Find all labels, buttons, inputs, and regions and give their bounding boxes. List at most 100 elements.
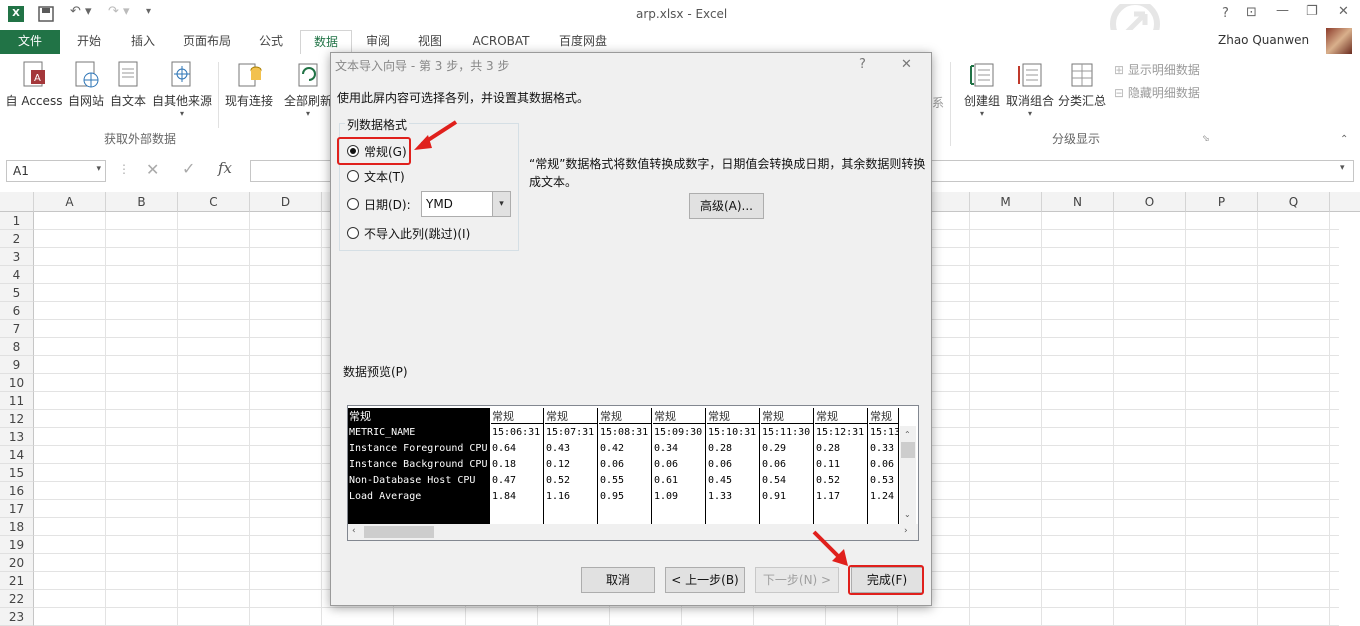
- row-header[interactable]: 9: [0, 356, 34, 374]
- row-header[interactable]: 8: [0, 338, 34, 356]
- dialog-close-button[interactable]: ✕: [901, 57, 912, 72]
- preview-column-header[interactable]: 常规: [761, 408, 814, 424]
- data-preview-table[interactable]: 常规 常规 常规 常规 常规 常规 常规 常规 常规 METRIC_NAME 15:06:31 15:…: [347, 405, 919, 541]
- tab-home[interactable]: 开始: [66, 30, 112, 54]
- show-detail-button[interactable]: ⊞ 显示明细数据: [1114, 61, 1200, 78]
- dialog-help-button[interactable]: ?: [859, 57, 866, 72]
- date-format-select[interactable]: YMD ▾: [421, 191, 511, 217]
- preview-column-header[interactable]: 常规: [599, 408, 652, 424]
- tab-review[interactable]: 审阅: [356, 30, 400, 54]
- next-button[interactable]: 下一步(N) >: [755, 567, 839, 593]
- preview-column[interactable]: [599, 424, 652, 524]
- row-header[interactable]: 21: [0, 572, 34, 590]
- row-header[interactable]: 7: [0, 320, 34, 338]
- avatar[interactable]: [1326, 28, 1352, 54]
- preview-column[interactable]: [491, 424, 544, 524]
- save-icon[interactable]: [38, 6, 54, 26]
- radio-text[interactable]: [347, 170, 359, 182]
- subtotal-button[interactable]: 分类汇总: [1056, 60, 1108, 109]
- preview-column-header[interactable]: 常规: [815, 408, 868, 424]
- select-all-corner[interactable]: [0, 192, 34, 212]
- row-header[interactable]: 14: [0, 446, 34, 464]
- existing-connections-button[interactable]: 现有连接: [222, 60, 276, 109]
- radio-date-label[interactable]: 日期(D):: [364, 196, 411, 213]
- group-button[interactable]: 创建组 ▾: [960, 60, 1004, 118]
- column-header[interactable]: M: [970, 192, 1042, 212]
- row-header[interactable]: 20: [0, 554, 34, 572]
- preview-vscrollbar[interactable]: ⌃ ⌄: [900, 426, 916, 524]
- row-header[interactable]: 11: [0, 392, 34, 410]
- preview-column-header[interactable]: 常规: [869, 408, 899, 424]
- from-other-sources-button[interactable]: 自其他来源 ▾: [150, 60, 214, 118]
- tab-page-layout[interactable]: 页面布局: [176, 30, 238, 54]
- column-header[interactable]: A: [34, 192, 106, 212]
- preview-column-header[interactable]: 常规: [545, 408, 598, 424]
- preview-column[interactable]: [545, 424, 598, 524]
- tab-insert[interactable]: 插入: [120, 30, 166, 54]
- expand-formula-icon[interactable]: ▾: [1340, 163, 1345, 173]
- column-header[interactable]: Q: [1258, 192, 1330, 212]
- redo-icon[interactable]: ↷ ▾: [108, 4, 130, 19]
- back-button[interactable]: < 上一步(B): [665, 567, 745, 593]
- preview-column[interactable]: [707, 424, 760, 524]
- row-header[interactable]: 17: [0, 500, 34, 518]
- tab-view[interactable]: 视图: [408, 30, 452, 54]
- ungroup-button[interactable]: 取消组合 ▾: [1004, 60, 1056, 118]
- row-header[interactable]: 6: [0, 302, 34, 320]
- preview-column-header[interactable]: 常规: [491, 408, 544, 424]
- row-header[interactable]: 22: [0, 590, 34, 608]
- preview-column-header[interactable]: 常规: [348, 408, 490, 424]
- column-header[interactable]: P: [1186, 192, 1258, 212]
- column-header[interactable]: O: [1114, 192, 1186, 212]
- tab-baidu-netdisk[interactable]: 百度网盘: [550, 30, 616, 54]
- undo-icon[interactable]: ↶ ▾: [70, 4, 92, 19]
- preview-column-header[interactable]: 常规: [707, 408, 760, 424]
- from-text-button[interactable]: 自文本: [108, 60, 148, 109]
- confirm-formula-icon[interactable]: ✓: [182, 159, 195, 178]
- tab-formulas[interactable]: 公式: [248, 30, 294, 54]
- refresh-all-button[interactable]: 全部刷新 ▾: [284, 60, 332, 118]
- tab-acrobat[interactable]: ACROBAT: [464, 30, 538, 54]
- row-header[interactable]: 16: [0, 482, 34, 500]
- date-format-dropdown-icon[interactable]: ▾: [492, 192, 510, 216]
- radio-skip[interactable]: [347, 227, 359, 239]
- dialog-launcher-icon[interactable]: ⬂: [1202, 134, 1210, 144]
- column-header[interactable]: R: [1330, 192, 1360, 212]
- row-header[interactable]: 1: [0, 212, 34, 230]
- hide-detail-button[interactable]: ⊟ 隐藏明细数据: [1114, 84, 1200, 101]
- row-header[interactable]: 13: [0, 428, 34, 446]
- row-header[interactable]: 4: [0, 266, 34, 284]
- name-box-dropdown-icon[interactable]: ▾: [96, 164, 101, 174]
- restore-button[interactable]: ❐: [1306, 4, 1318, 19]
- preview-column[interactable]: [653, 424, 706, 524]
- radio-skip-label[interactable]: 不导入此列(跳过)(I): [364, 225, 470, 242]
- from-web-button[interactable]: 自网站: [64, 60, 108, 109]
- preview-column[interactable]: [815, 424, 868, 524]
- radio-text-label[interactable]: 文本(T): [364, 168, 405, 185]
- collapse-ribbon-icon[interactable]: ⌃: [1340, 134, 1348, 145]
- column-header[interactable]: D: [250, 192, 322, 212]
- preview-column-header[interactable]: 常规: [653, 408, 706, 424]
- help-button[interactable]: ?: [1222, 6, 1229, 21]
- from-access-button[interactable]: A 自 Access: [4, 60, 64, 109]
- row-header[interactable]: 23: [0, 608, 34, 626]
- column-header[interactable]: B: [106, 192, 178, 212]
- advanced-button[interactable]: 高级(A)...: [689, 193, 764, 219]
- row-header[interactable]: 18: [0, 518, 34, 536]
- column-header[interactable]: N: [1042, 192, 1114, 212]
- preview-column[interactable]: [761, 424, 814, 524]
- row-header[interactable]: 5: [0, 284, 34, 302]
- user-name[interactable]: Zhao Quanwen: [1218, 33, 1309, 47]
- row-header[interactable]: 19: [0, 536, 34, 554]
- ribbon-display-icon[interactable]: ⊡: [1246, 5, 1257, 20]
- insert-function-icon[interactable]: fx: [218, 159, 232, 177]
- radio-date[interactable]: [347, 198, 359, 210]
- row-header[interactable]: 2: [0, 230, 34, 248]
- preview-column[interactable]: [348, 424, 490, 524]
- cancel-button[interactable]: 取消: [581, 567, 655, 593]
- row-header[interactable]: 10: [0, 374, 34, 392]
- close-window-button[interactable]: ✕: [1338, 4, 1349, 19]
- column-header[interactable]: C: [178, 192, 250, 212]
- row-header[interactable]: 15: [0, 464, 34, 482]
- preview-column[interactable]: [869, 424, 899, 524]
